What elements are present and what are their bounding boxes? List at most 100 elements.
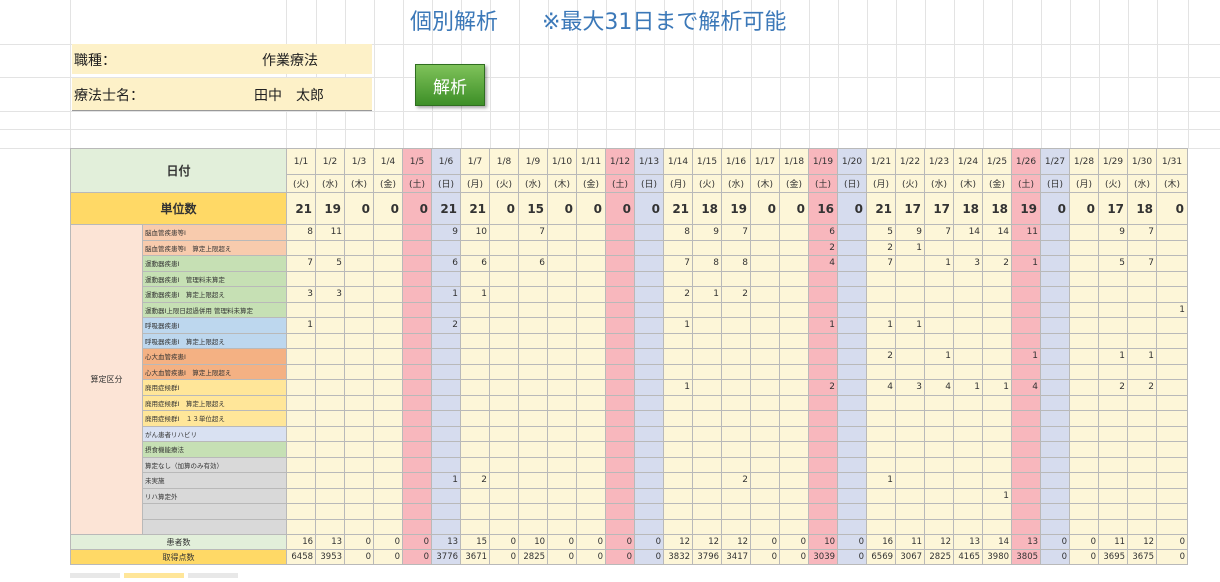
value-cell[interactable] <box>895 286 926 303</box>
value-cell[interactable]: 1 <box>924 348 955 365</box>
value-cell[interactable] <box>1040 410 1071 427</box>
value-cell[interactable] <box>1127 487 1158 504</box>
value-cell[interactable] <box>837 363 868 380</box>
value-cell[interactable] <box>750 270 781 287</box>
value-cell[interactable] <box>431 301 462 318</box>
value-cell[interactable] <box>402 472 433 489</box>
value-cell[interactable] <box>460 441 491 458</box>
points-cell[interactable]: 3417 <box>721 549 752 565</box>
value-cell[interactable] <box>431 410 462 427</box>
value-cell[interactable] <box>605 425 636 442</box>
value-cell[interactable]: 1 <box>895 317 926 334</box>
value-cell[interactable] <box>1098 472 1129 489</box>
value-cell[interactable] <box>895 456 926 473</box>
units-cell[interactable]: 0 <box>1156 192 1189 225</box>
value-cell[interactable] <box>489 348 520 365</box>
value-cell[interactable] <box>692 518 723 535</box>
value-cell[interactable] <box>489 487 520 504</box>
value-cell[interactable] <box>1127 239 1158 256</box>
value-cell[interactable] <box>576 224 607 241</box>
value-cell[interactable] <box>489 286 520 303</box>
date-cell[interactable]: 1/18 <box>779 148 810 175</box>
value-cell[interactable] <box>547 286 578 303</box>
value-cell[interactable] <box>547 239 578 256</box>
value-cell[interactable] <box>431 363 462 380</box>
value-cell[interactable] <box>460 456 491 473</box>
units-cell[interactable]: 0 <box>1069 192 1100 225</box>
value-cell[interactable] <box>895 394 926 411</box>
value-cell[interactable] <box>808 487 839 504</box>
patients-cell[interactable]: 11 <box>895 534 926 550</box>
value-cell[interactable] <box>547 301 578 318</box>
points-cell[interactable]: 3796 <box>692 549 723 565</box>
analyze-button[interactable]: 解析 <box>415 64 485 106</box>
value-cell[interactable] <box>1069 456 1100 473</box>
value-cell[interactable] <box>750 503 781 520</box>
value-cell[interactable] <box>1069 410 1100 427</box>
value-cell[interactable] <box>518 503 549 520</box>
points-cell[interactable]: 3671 <box>460 549 491 565</box>
value-cell[interactable] <box>692 456 723 473</box>
value-cell[interactable] <box>1098 410 1129 427</box>
value-cell[interactable] <box>982 518 1013 535</box>
value-cell[interactable] <box>1156 363 1189 380</box>
value-cell[interactable]: 14 <box>953 224 984 241</box>
value-cell[interactable] <box>344 441 375 458</box>
patients-cell[interactable]: 0 <box>634 534 665 550</box>
value-cell[interactable] <box>1040 503 1071 520</box>
value-cell[interactable] <box>1156 379 1189 396</box>
patients-cell[interactable]: 0 <box>547 534 578 550</box>
value-cell[interactable] <box>373 394 404 411</box>
value-cell[interactable] <box>286 301 317 318</box>
value-cell[interactable] <box>286 472 317 489</box>
value-cell[interactable] <box>953 301 984 318</box>
value-cell[interactable] <box>1098 456 1129 473</box>
weekday-cell[interactable]: (日) <box>431 174 462 193</box>
value-cell[interactable] <box>837 441 868 458</box>
value-cell[interactable] <box>866 286 897 303</box>
value-cell[interactable] <box>750 301 781 318</box>
value-cell[interactable] <box>982 301 1013 318</box>
patients-cell[interactable]: 0 <box>1156 534 1189 550</box>
value-cell[interactable] <box>837 379 868 396</box>
value-cell[interactable] <box>721 317 752 334</box>
value-cell[interactable] <box>1127 270 1158 287</box>
value-cell[interactable] <box>1127 317 1158 334</box>
patients-cell[interactable]: 0 <box>373 534 404 550</box>
value-cell[interactable] <box>576 425 607 442</box>
value-cell[interactable] <box>1127 301 1158 318</box>
date-cell[interactable]: 1/1 <box>286 148 317 175</box>
value-cell[interactable] <box>460 518 491 535</box>
date-cell[interactable]: 1/16 <box>721 148 752 175</box>
value-cell[interactable] <box>779 394 810 411</box>
value-cell[interactable] <box>286 379 317 396</box>
value-cell[interactable] <box>1069 394 1100 411</box>
value-cell[interactable] <box>402 255 433 272</box>
value-cell[interactable] <box>779 317 810 334</box>
value-cell[interactable] <box>1127 518 1158 535</box>
value-cell[interactable] <box>373 286 404 303</box>
value-cell[interactable] <box>750 379 781 396</box>
value-cell[interactable] <box>373 518 404 535</box>
value-cell[interactable] <box>1040 394 1071 411</box>
value-cell[interactable]: 2 <box>1098 379 1129 396</box>
value-cell[interactable] <box>1011 394 1042 411</box>
value-cell[interactable] <box>837 317 868 334</box>
value-cell[interactable] <box>808 332 839 349</box>
value-cell[interactable] <box>837 348 868 365</box>
value-cell[interactable] <box>1098 518 1129 535</box>
value-cell[interactable]: 11 <box>315 224 346 241</box>
units-cell[interactable]: 19 <box>1011 192 1042 225</box>
value-cell[interactable] <box>518 286 549 303</box>
value-cell[interactable] <box>634 224 665 241</box>
value-cell[interactable] <box>837 456 868 473</box>
value-cell[interactable] <box>605 456 636 473</box>
value-cell[interactable] <box>431 441 462 458</box>
patients-cell[interactable]: 0 <box>489 534 520 550</box>
value-cell[interactable] <box>605 255 636 272</box>
value-cell[interactable] <box>344 456 375 473</box>
value-cell[interactable] <box>895 425 926 442</box>
value-cell[interactable] <box>692 332 723 349</box>
value-cell[interactable] <box>518 487 549 504</box>
value-cell[interactable] <box>1040 456 1071 473</box>
